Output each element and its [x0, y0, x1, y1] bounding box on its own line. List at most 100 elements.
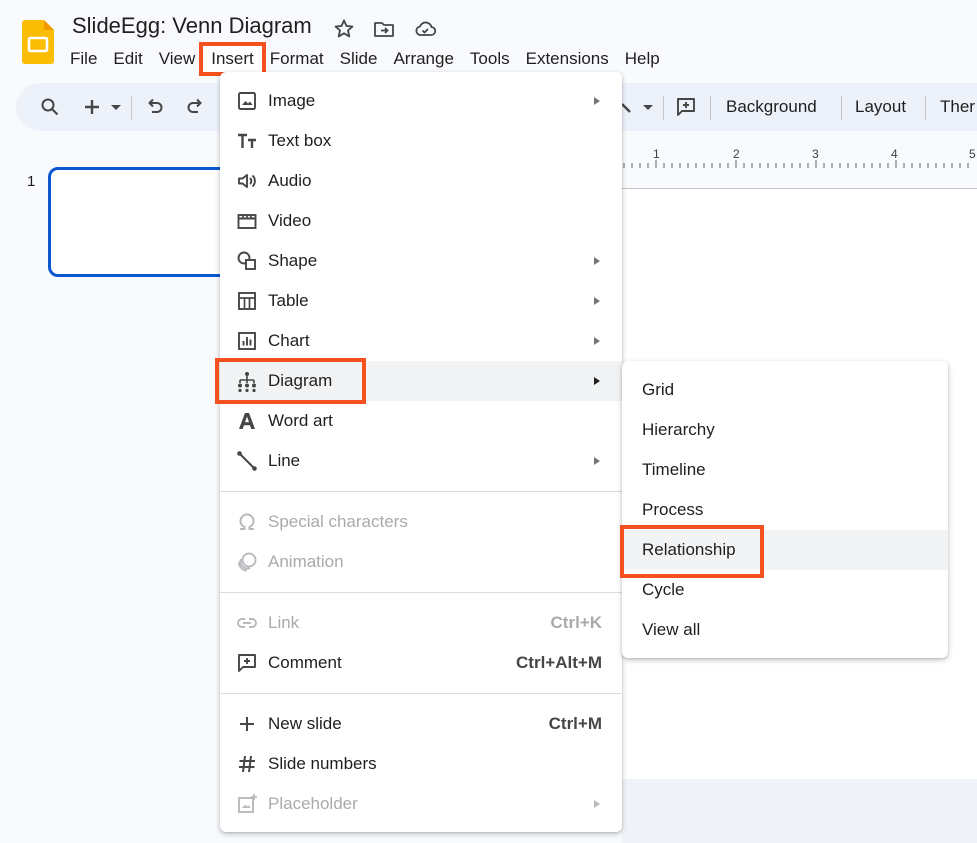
menu-format[interactable]: Format [262, 46, 332, 72]
add-comment-icon[interactable] [674, 95, 698, 119]
menu-item-table[interactable]: Table [220, 281, 622, 321]
menu-item-special-characters[interactable]: Special characters [220, 502, 622, 542]
menu-item-label: Image [268, 91, 316, 110]
ruler-tick-label: 3 [812, 147, 819, 161]
plus-icon [240, 717, 254, 731]
submenu-item-cycle[interactable]: Cycle [622, 570, 948, 610]
menu-item-video[interactable]: Video [220, 201, 622, 241]
ruler-divider [622, 188, 977, 189]
menu-insert[interactable]: Insert [199, 42, 266, 76]
ruler-tick-label: 2 [733, 147, 740, 161]
theme-button[interactable]: Ther [940, 97, 975, 117]
menu-item-label: Comment [268, 653, 342, 672]
background-button[interactable]: Background [726, 97, 817, 117]
animation-icon [238, 552, 257, 572]
menu-edit[interactable]: Edit [105, 46, 150, 72]
menu-item-image[interactable]: Image [220, 81, 622, 121]
toolbar-divider [841, 96, 842, 120]
submenu-item-grid[interactable]: Grid [622, 370, 948, 410]
menu-item-new-slide[interactable]: New slide Ctrl+M [220, 704, 622, 744]
menu-item-slide-numbers[interactable]: Slide numbers [220, 744, 622, 784]
diagram-highlight-box [215, 358, 366, 404]
ruler-tick-label: 4 [891, 147, 898, 161]
ruler-tick-label: 1 [653, 147, 660, 161]
omega-icon [239, 513, 255, 530]
menu-bar: File Edit View Insert Format Slide Arran… [62, 42, 668, 76]
document-title[interactable]: SlideEgg: Venn Diagram [72, 13, 312, 39]
chevron-down-icon[interactable] [108, 95, 124, 119]
speaker-notes-area[interactable] [622, 779, 977, 843]
menu-item-label: Line [268, 451, 301, 470]
redo-icon[interactable] [183, 95, 207, 119]
menu-item-label: Placeholder [268, 794, 358, 813]
menu-item-label: Special characters [268, 512, 408, 531]
toolbar-divider [131, 96, 132, 120]
search-icon[interactable] [38, 95, 62, 119]
menu-item-placeholder[interactable]: Placeholder [220, 784, 622, 824]
image-icon [238, 92, 256, 110]
submenu-item-view-all[interactable]: View all [622, 610, 948, 650]
chart-icon [238, 332, 256, 350]
submenu-item-timeline[interactable]: Timeline [622, 450, 948, 490]
undo-icon[interactable] [143, 95, 167, 119]
menu-arrange[interactable]: Arrange [385, 46, 461, 72]
toolbar-divider [710, 96, 711, 120]
slide-thumbnail[interactable] [48, 167, 248, 277]
menu-view[interactable]: View [151, 46, 204, 72]
submenu-arrow-icon [594, 97, 600, 105]
submenu-item-label: Grid [642, 380, 675, 399]
menu-item-shape[interactable]: Shape [220, 241, 622, 281]
audio-icon [238, 174, 256, 188]
menu-item-label: Text box [268, 131, 332, 150]
menu-item-label: Video [268, 211, 312, 230]
move-folder-icon[interactable] [372, 17, 396, 41]
menu-item-line[interactable]: Line [220, 441, 622, 481]
submenu-arrow-icon [594, 377, 600, 385]
menu-item-link[interactable]: Link Ctrl+K [220, 603, 622, 643]
menu-item-label: Table [268, 291, 309, 310]
new-slide-plus-icon[interactable] [80, 95, 104, 119]
menu-divider [220, 693, 622, 694]
shape-icon [237, 251, 256, 270]
menu-item-label: Word art [268, 411, 333, 430]
menu-slide[interactable]: Slide [332, 46, 386, 72]
table-icon [238, 292, 256, 310]
menu-item-label: Shape [268, 251, 318, 270]
placeholder-icon [238, 794, 257, 813]
word-art-icon [239, 413, 255, 429]
hash-icon [239, 755, 255, 773]
menu-item-audio[interactable]: Audio [220, 161, 622, 201]
menu-item-shortcut: Ctrl+Alt+M [516, 653, 602, 672]
menu-extensions[interactable]: Extensions [518, 46, 617, 72]
menu-item-comment[interactable]: Comment Ctrl+Alt+M [220, 643, 622, 683]
menu-help[interactable]: Help [617, 46, 668, 72]
video-icon [237, 214, 257, 229]
chevron-down-icon[interactable] [640, 95, 656, 119]
ruler-tick-label: 5 [969, 147, 976, 161]
pen-tool-icon[interactable] [622, 95, 634, 119]
menu-item-label: Slide numbers [268, 754, 377, 773]
submenu-arrow-icon [594, 800, 600, 808]
toolbar-divider [663, 96, 664, 120]
layout-button[interactable]: Layout [855, 97, 906, 117]
menu-item-chart[interactable]: Chart [220, 321, 622, 361]
submenu-item-hierarchy[interactable]: Hierarchy [622, 410, 948, 450]
submenu-item-label: Hierarchy [642, 420, 715, 439]
menu-item-label: Chart [268, 331, 310, 350]
cloud-saved-icon[interactable] [413, 17, 437, 41]
star-icon[interactable] [332, 17, 356, 41]
menu-divider [220, 491, 622, 492]
submenu-arrow-icon [594, 257, 600, 265]
menu-item-animation[interactable]: Animation [220, 542, 622, 582]
line-icon [237, 451, 257, 471]
menu-item-word-art[interactable]: Word art [220, 401, 622, 441]
slides-logo[interactable] [22, 20, 54, 64]
menu-item-label: New slide [268, 714, 342, 733]
menu-item-label: Audio [268, 171, 312, 190]
menu-item-text-box[interactable]: Text box [220, 121, 622, 161]
link-icon [237, 618, 257, 628]
slide-number: 1 [27, 173, 36, 190]
submenu-item-process[interactable]: Process [622, 490, 948, 530]
menu-tools[interactable]: Tools [462, 46, 518, 72]
menu-file[interactable]: File [62, 46, 105, 72]
